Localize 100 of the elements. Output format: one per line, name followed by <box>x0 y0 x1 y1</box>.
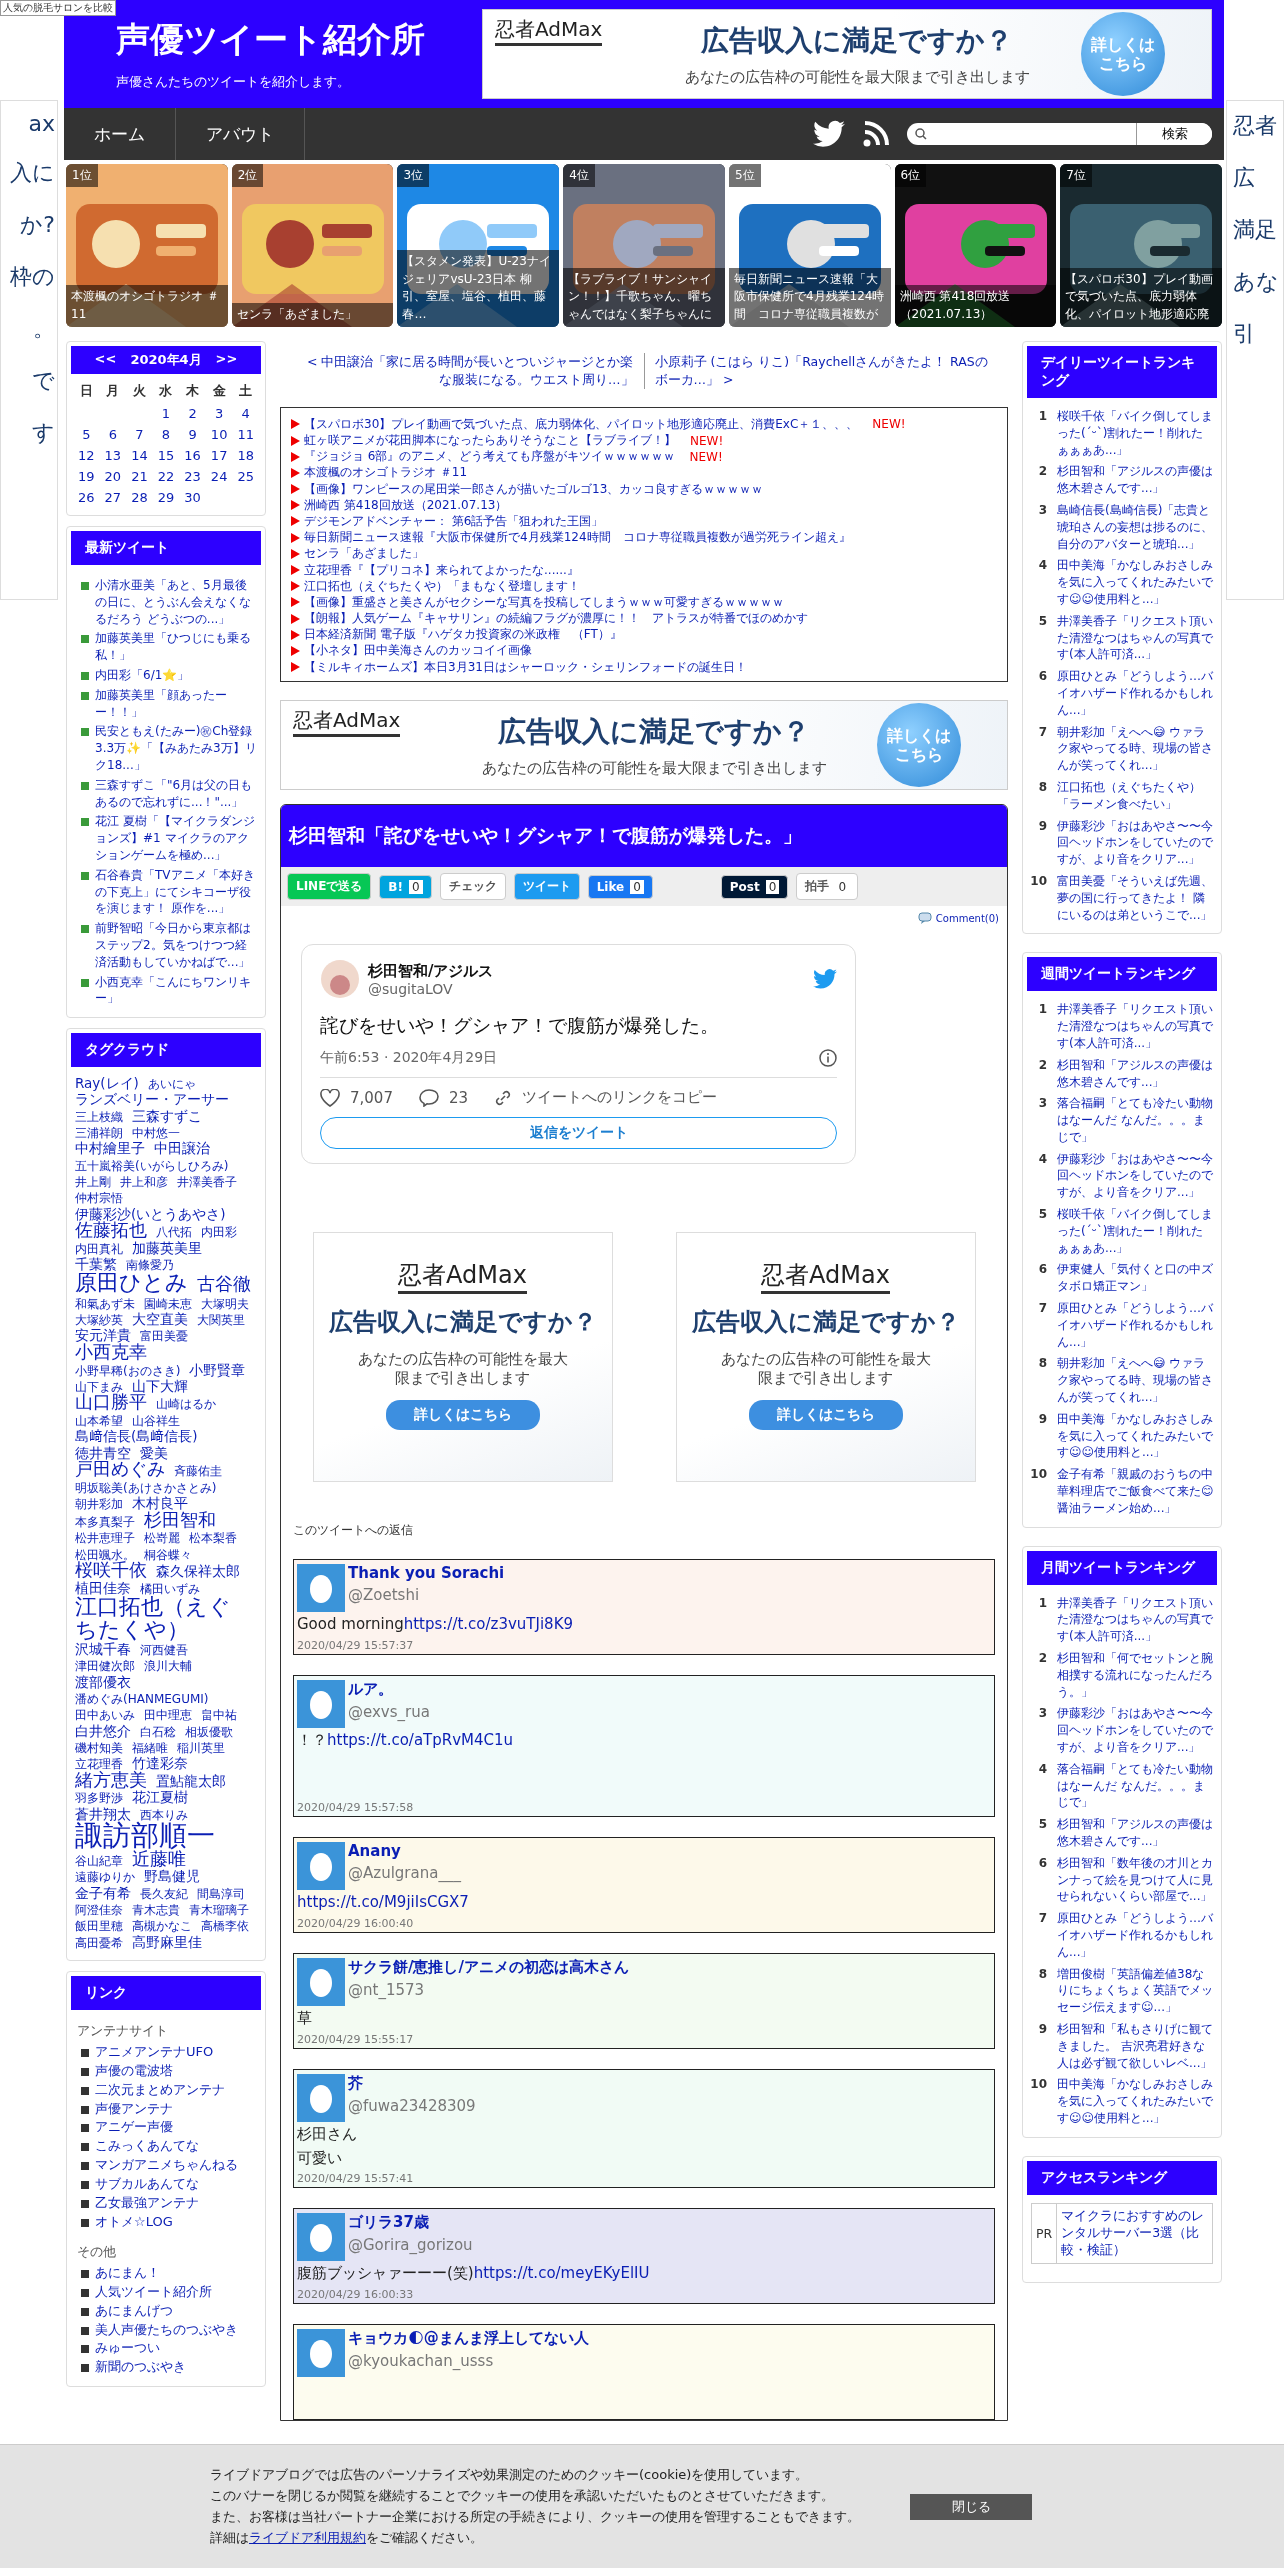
ranking-link[interactable]: 杉田智和「私もさりげに観てきました。 吉沢亮君好きな人は必ず観て欲しいレベ...」 <box>1057 2020 1215 2072</box>
tag-link[interactable]: 桐谷蝶々 <box>144 1548 193 1561</box>
news-link[interactable]: 【朗報】人気ゲーム『キャサリン』の続編フラグが濃厚に！！ アトラスが特番でほのめかす <box>304 610 808 628</box>
tag-link[interactable]: 高橋李依 <box>201 1920 250 1933</box>
calendar-day[interactable]: 8 <box>152 427 180 442</box>
news-link[interactable]: 【ミルキィホームズ】本日3月31日はシャーロック・シェリンフォードの誕生日！ <box>304 658 747 676</box>
calendar-day[interactable]: 4 <box>232 406 259 421</box>
ranking-link[interactable]: 増田俊樹「英語偏差値38なりにちょくちょく英語でメッセージ伝えます☺...」 <box>1057 1965 1215 2016</box>
reply-author[interactable]: キョウカ🌓@まんま浮上してない人 <box>348 2328 589 2348</box>
tag-link[interactable]: 森久保祥太郎 <box>156 1564 241 1579</box>
tag-link[interactable]: 三上枝織 <box>75 1110 123 1123</box>
reply-link[interactable]: https://t.co/meyEKyElIU <box>473 2263 650 2282</box>
site-link[interactable]: 二次元まとめアンテナ <box>95 2081 225 2099</box>
reply-author[interactable]: Thank you Sorachi <box>348 1564 505 1583</box>
tag-link[interactable]: 中村悠一 <box>132 1127 181 1140</box>
tag-link[interactable]: 安元洋貴 <box>75 1329 131 1344</box>
featured-card[interactable]: 4位 【ラブライブ！サンシャイン！！】千歌ちゃん、曜ちゃんではなく梨子ちゃんに <box>563 164 725 327</box>
calendar-day[interactable]: 1 <box>152 406 180 421</box>
ranking-link[interactable]: 杉田智和「数年後の才川とカンナって絵を見つけて人に見せられないくらい部屋で...」 <box>1057 1854 1215 1906</box>
twitter-icon[interactable] <box>813 120 845 148</box>
site-link[interactable]: 声優の電波塔 <box>95 2062 173 2080</box>
speech-bubble-icon[interactable] <box>418 1088 439 1107</box>
featured-card[interactable]: 1位 本渡楓のオシゴトラジオ ＃11 <box>66 164 228 327</box>
tag-link[interactable]: 蒼井翔太 <box>75 1807 131 1822</box>
ad-banner[interactable]: 忍者AdMax 広告収入に満足ですか？ あなたの広告枠の可能性を最大限まで引き出します 詳しくはこちら <box>312 1232 613 1483</box>
tag-link[interactable]: 橘田いずみ <box>140 1582 201 1596</box>
ranking-link[interactable]: 田中美海「かなしみおさしみを気に入ってくれたみたいです☺☺使用料と...」 <box>1057 2076 1215 2127</box>
tag-link[interactable]: 大塚明夫 <box>201 1297 250 1311</box>
tag-link[interactable]: 山下まみ <box>75 1380 123 1394</box>
comment-link[interactable]: Comment(0) <box>917 912 999 925</box>
search-field[interactable]: 検索 <box>907 123 1212 145</box>
tag-link[interactable]: 浪川大輔 <box>144 1660 193 1673</box>
news-link[interactable]: 洲崎西 第418回放送（2021.07.13） <box>304 496 508 514</box>
tag-link[interactable]: 小野早稀(おのさき) <box>75 1364 181 1377</box>
ranking-link[interactable]: 田中美海「かなしみおさしみを気に入ってくれたみたいです☺☺使用料と...」 <box>1057 557 1215 608</box>
tag-link[interactable]: 田中理恵 <box>144 1709 193 1722</box>
ranking-link[interactable]: 杉田智和「何でセットンと腕相撲する流れになったんだろう。」 <box>1057 1650 1215 1701</box>
news-link[interactable]: 【画像】重盛さと美さんがセクシーな写真を投稿してしまうｗｗｗ可愛すぎるｗｗｗｗｗ <box>304 593 784 611</box>
reply-link[interactable]: https://t.co/z3vuTJi8K9 <box>403 1615 574 1634</box>
news-link[interactable]: デジモンアドベンチャー： 第6話予告「狙われた王国」 <box>304 512 604 530</box>
calendar-day[interactable]: 3 <box>205 406 233 421</box>
tweet-link[interactable]: 小清水亜美「あと、5月最後の日に、とうぶん会えなくなるだろう どうぶつの...」 <box>95 577 257 628</box>
ad-banner[interactable]: 忍者 広 満足 あな 引 <box>1226 100 1284 600</box>
tag-link[interactable]: 高野麻里佳 <box>132 1935 203 1950</box>
tag-link[interactable]: 園崎未恵 <box>144 1297 193 1311</box>
ranking-link[interactable]: 杉田智和「アジルスの声優は悠木碧さんです...」 <box>1057 463 1215 497</box>
tag-link[interactable]: 仲村宗悟 <box>75 1192 123 1205</box>
tag-link[interactable]: 本多真梨子 <box>75 1515 135 1528</box>
ranking-link[interactable]: 落合福嗣「とても冷たい動物はなーんだ なんだ。。。まじで」 <box>1057 1760 1215 1812</box>
tag-link[interactable]: 植田佳奈 <box>75 1581 131 1596</box>
tag-link[interactable]: 磯村知美 <box>75 1741 123 1755</box>
tag-link[interactable]: 緒方恵美 <box>75 1771 147 1790</box>
tweet-link[interactable]: 民安ともえ(たみー)㊗Ch登録3.3万✨「【みあたみ3万】リク18...」 <box>95 723 257 774</box>
share-button[interactable]: 拍手 0 <box>796 873 859 901</box>
tweet-link[interactable]: 前野智昭「今日から東京都はステップ2。気をつけつつ経済活動もしていかねばで...」 <box>95 920 257 971</box>
tag-link[interactable]: 杉田智和 <box>144 1511 217 1530</box>
tweet-link[interactable]: 石谷春貴「TVアニメ「本好きの下克上」にてシキコーザ役を演じます！ 原作を...」 <box>95 866 257 918</box>
copy-link-button[interactable]: ツイートへのリンクをコピー <box>494 1088 718 1108</box>
calendar-day[interactable]: 23 <box>179 469 206 484</box>
tag-link[interactable]: 高槻かなこ <box>132 1920 193 1933</box>
tag-link[interactable]: 羽多野渉 <box>75 1792 123 1805</box>
tag-link[interactable]: 福緒唯 <box>132 1741 169 1755</box>
share-button[interactable]: Post 0 <box>720 874 789 899</box>
tweet-link[interactable]: 内田彩「6/1⭐」 <box>95 667 190 684</box>
ranking-link[interactable]: 伊藤彩沙「おはあやさ〜〜今回ヘッドホンをしていたのですが、より音をクリア...」 <box>1057 1705 1215 1756</box>
calendar-day[interactable]: 25 <box>232 469 259 484</box>
tag-link[interactable]: 河西健吾 <box>140 1644 189 1657</box>
tag-link[interactable]: 山谷祥生 <box>132 1415 181 1428</box>
tag-link[interactable]: 井上和彦 <box>120 1176 169 1189</box>
tag-link[interactable]: 富田美憂 <box>140 1330 189 1343</box>
tag-link[interactable]: ランズベリー・アーサー <box>75 1093 229 1108</box>
reply-link[interactable]: https://t.co/M9jiIsCGX7 <box>297 1893 469 1912</box>
search-button[interactable]: 検索 <box>1136 123 1212 145</box>
ranking-link[interactable]: 伊藤彩沙「おはあやさ〜〜今回ヘッドホンをしていたのですが、より音をクリア...」 <box>1057 817 1215 868</box>
calendar-day[interactable]: 24 <box>205 469 233 484</box>
tag-link[interactable]: 井澤美香子 <box>177 1176 238 1189</box>
tag-link[interactable]: 松井恵理子 <box>75 1532 135 1545</box>
tag-link[interactable]: 野島健児 <box>144 1870 201 1885</box>
site-link[interactable]: 人気ツイート紹介所 <box>95 2283 212 2301</box>
site-link[interactable]: 乙女最強アンテナ <box>95 2195 199 2212</box>
ranking-link[interactable]: 杉田智和「アジルスの声優は悠木碧さんです...」 <box>1057 1056 1215 1091</box>
ranking-link[interactable]: 井澤美香子「リクエスト頂いた清澄なつはちゃんの写真です(本人許可済...」 <box>1057 1001 1215 1052</box>
news-link[interactable]: センラ「あざました」 <box>304 545 424 563</box>
calendar-day[interactable]: 30 <box>179 490 206 505</box>
site-link[interactable]: アニゲー声優 <box>95 2119 173 2137</box>
site-link[interactable]: あにまん！ <box>95 2264 160 2282</box>
tag-link[interactable]: 阿澄佳奈 <box>75 1904 123 1917</box>
ad-banner[interactable]: 忍者AdMax 広告収入に満足ですか？ あなたの広告枠の可能性を最大限まで引き出します 詳しくはこちら <box>482 9 1212 99</box>
ranking-link[interactable]: 伊藤彩沙「おはあやさ〜〜今回ヘッドホンをしていたのですが、より音をクリア...」 <box>1057 1150 1215 1202</box>
tag-link[interactable]: 遠藤ゆりか <box>75 1871 135 1884</box>
calendar-day[interactable]: 14 <box>126 448 153 463</box>
site-link[interactable]: アニメアンテナUFO <box>95 2043 214 2061</box>
news-link[interactable]: 江口拓也（えぐちたくや）「まもなく登壇します！ <box>304 577 580 595</box>
calendar-day[interactable]: 15 <box>152 448 180 463</box>
calendar-day[interactable]: 20 <box>99 469 127 484</box>
news-link[interactable]: 【画像】ワンピースの尾田栄一郎さんが描いたゴルゴ13、カッコ良すぎるｗｗｗｗｗ <box>304 480 764 498</box>
site-link[interactable]: 美人声優たちのつぶやき <box>95 2321 238 2339</box>
tag-link[interactable]: 松本梨香 <box>189 1532 238 1545</box>
tag-link[interactable]: 山崎はるか <box>156 1398 217 1411</box>
site-link[interactable]: マンガアニメちゃんねる <box>95 2157 238 2175</box>
